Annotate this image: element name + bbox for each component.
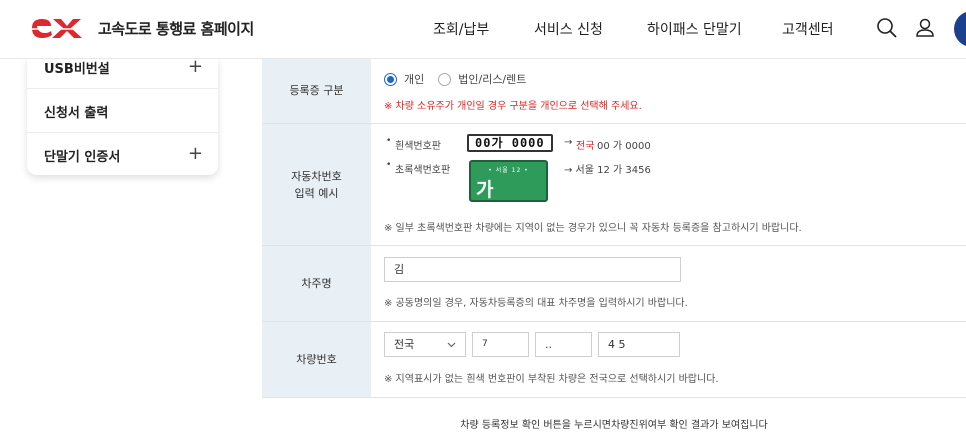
- search-icon[interactable]: [876, 17, 898, 39]
- plate-number-field-3[interactable]: 4 5: [598, 332, 680, 357]
- green-plate-top: • 서울 12 •: [488, 167, 529, 174]
- green-plate-image: • 서울 12 • 가3456: [469, 160, 548, 224]
- bullet: •: [386, 160, 392, 170]
- nav-item-customer-center[interactable]: 고객센터: [782, 19, 834, 39]
- row-label: 등록증 구분: [262, 58, 371, 123]
- sidebar-item-print-form[interactable]: 신청서 출력: [27, 89, 218, 133]
- expand-icon[interactable]: +: [188, 143, 203, 164]
- region-select-value: 전국: [394, 338, 415, 351]
- white-plate-region: 전국: [576, 141, 595, 152]
- form-row-plate-example: 자동차번호 입력 예시 • 흰색번호판 00가 0000 → 전국 00 가 0…: [262, 124, 966, 246]
- nav-item-service-apply[interactable]: 서비스 신청: [534, 19, 603, 39]
- white-plate-result: 00 가 0000: [597, 141, 651, 152]
- sidebar-item-label: USB비번설: [44, 62, 110, 77]
- white-plate-arrow: →: [564, 137, 573, 148]
- row-label: 차주명: [262, 246, 371, 321]
- site-logo[interactable]: 고속도로 통행료 홈페이지: [29, 14, 254, 42]
- form-row-vehicle-number: 차량번호 전국 7 .. 4 5 ※ 지역표시가 없는 흰색 번호판이 부착된 …: [262, 322, 966, 398]
- nav-item-inquiry-payment[interactable]: 조회/납부: [433, 19, 489, 39]
- sidebar-item-label: 단말기 인증서: [44, 150, 121, 165]
- green-plate-bottom: 가3456: [476, 179, 533, 224]
- sidebar-item-label: 신청서 출력: [44, 106, 109, 121]
- owner-name-input[interactable]: 김: [384, 257, 681, 282]
- radio-personal-label[interactable]: 개인: [404, 71, 424, 87]
- sidebar-item-terminal-cert[interactable]: 단말기 인증서 +: [27, 133, 218, 175]
- plate-number-field-2[interactable]: ..: [535, 332, 592, 357]
- plate-number-field-1[interactable]: 7: [472, 332, 529, 357]
- green-plate-result: → 서울 12 가 3456: [564, 165, 651, 176]
- plate-example-note: ※ 일부 초록색번호판 차량에는 지역이 없는 경우가 있으니 꼭 자동차 등록…: [384, 223, 802, 234]
- row-label-line1: 자동차번호: [291, 169, 342, 183]
- form-row-owner: 차주명 김 ※ 공동명의일 경우, 자동차등록증의 대표 차주명을 입력하시기 …: [262, 246, 966, 322]
- green-plate-label: 초록색번호판: [395, 165, 451, 176]
- sidebar: USB비번설 + 신청서 출력 단말기 인증서 +: [27, 58, 218, 175]
- site-title: 고속도로 통행료 홈페이지: [98, 19, 254, 38]
- row-label: 차량번호: [262, 322, 371, 397]
- owner-note: ※ 공동명의일 경우, 자동차등록증의 대표 차주명을 입력하시기 바랍니다.: [384, 298, 688, 309]
- verification-message: 차량 등록정보 확인 버튼을 누르시면차량진위여부 확인 결과가 보여집니다: [460, 420, 768, 431]
- row-label-line2: 입력 예시: [294, 186, 339, 200]
- vehicle-form: 등록증 구분 개인 법인/리스/렌트 ※ 차량 소유주가 개인일 경우 구분을 …: [262, 58, 966, 398]
- vehicle-number-note: ※ 지역표시가 없는 흰색 번호판이 부착된 차량은 전국으로 선택하시기 바랍…: [384, 374, 719, 385]
- white-plate-label: 흰색번호판: [395, 141, 441, 152]
- user-icon[interactable]: [914, 17, 936, 39]
- reg-type-radio-group: 개인 법인/리스/렌트: [384, 71, 526, 87]
- ex-logo-icon: [29, 19, 89, 38]
- nav-item-hipass-terminal[interactable]: 하이패스 단말기: [647, 19, 742, 39]
- radio-corporate-label[interactable]: 법인/리스/렌트: [458, 71, 526, 87]
- chevron-down-icon: [447, 342, 456, 348]
- expand-icon[interactable]: +: [188, 58, 203, 77]
- white-plate-image: 00가 0000: [467, 134, 553, 152]
- region-select[interactable]: 전국: [384, 332, 466, 357]
- form-row-reg-type: 등록증 구분 개인 법인/리스/렌트 ※ 차량 소유주가 개인일 경우 구분을 …: [262, 58, 966, 124]
- radio-personal[interactable]: [384, 72, 397, 86]
- reg-type-note: ※ 차량 소유주가 개인일 경우 구분을 개인으로 선택해 주세요.: [384, 101, 642, 112]
- sidebar-item-usb[interactable]: USB비번설 +: [27, 58, 218, 89]
- bullet: •: [386, 136, 392, 146]
- site-header: 고속도로 통행료 홈페이지 조회/납부 서비스 신청 하이패스 단말기 고객센터: [0, 0, 966, 59]
- header-action-button[interactable]: [954, 11, 966, 47]
- radio-corporate[interactable]: [438, 72, 452, 86]
